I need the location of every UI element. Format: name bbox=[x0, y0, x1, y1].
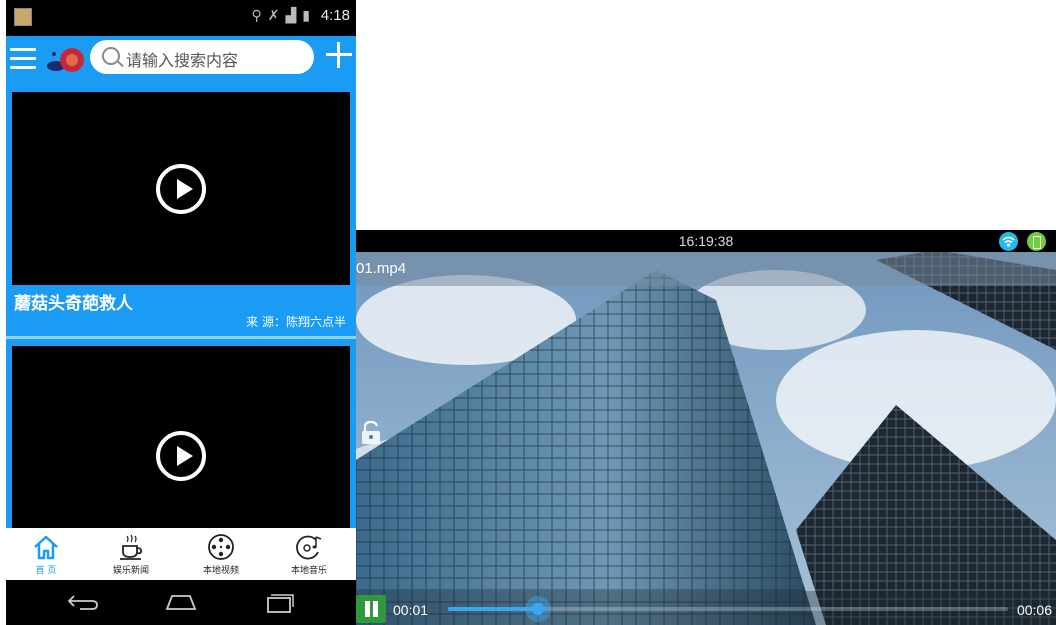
current-time: 00:01 bbox=[393, 602, 429, 618]
music-disc-icon bbox=[296, 535, 322, 560]
recent-apps-icon[interactable] bbox=[262, 592, 296, 614]
video-title[interactable]: 蘑菇头奇葩救人 bbox=[14, 289, 133, 314]
unlock-icon[interactable] bbox=[358, 420, 384, 446]
card-divider bbox=[6, 336, 356, 339]
coffee-cup-icon bbox=[120, 534, 143, 560]
home-icon bbox=[34, 535, 58, 560]
video-thumbnail[interactable] bbox=[12, 92, 350, 285]
search-input[interactable]: 请输入搜索内容 bbox=[90, 40, 314, 74]
nav-entertainment-news[interactable]: 娱乐新闻 bbox=[91, 528, 171, 580]
video-card[interactable]: 蘑菇头奇葩救人 来 源：陈翔六点半 bbox=[12, 92, 350, 338]
add-icon[interactable] bbox=[324, 40, 354, 70]
pause-button[interactable] bbox=[356, 595, 386, 623]
play-icon[interactable] bbox=[156, 431, 206, 481]
player-control-bar: 00:01 00:06 bbox=[356, 591, 1056, 625]
menu-icon[interactable] bbox=[10, 48, 36, 72]
phone-app-screen: ⚲✗▟▮ 4:18 请输入搜索内容 蘑菇头奇葩救人 来 源：陈翔六点半 首 页 … bbox=[6, 0, 356, 625]
signal-icon: ▟ bbox=[285, 8, 303, 24]
nav-label: 娱乐新闻 bbox=[112, 566, 149, 576]
total-time: 00:06 bbox=[1016, 602, 1052, 618]
nav-local-video[interactable]: 本地视频 bbox=[181, 528, 261, 580]
no-sim-icon: ✗ bbox=[267, 8, 286, 24]
wifi-icon bbox=[999, 232, 1018, 251]
app-top-bar: 请输入搜索内容 bbox=[6, 36, 356, 88]
screenshot-canvas: ⚲✗▟▮ 4:18 请输入搜索内容 蘑菇头奇葩救人 来 源：陈翔六点半 首 页 … bbox=[0, 0, 1056, 625]
nav-label: 本地视频 bbox=[202, 566, 239, 576]
video-player-screen[interactable]: 16:19:38 01.mp4 00:01 00:06 bbox=[356, 230, 1056, 625]
video-card[interactable] bbox=[12, 346, 350, 528]
film-reel-icon bbox=[208, 534, 234, 560]
search-placeholder: 请输入搜索内容 bbox=[126, 51, 239, 70]
system-status-icons: ⚲✗▟▮ bbox=[252, 8, 317, 24]
video-source: 来 源：陈翔六点半 bbox=[246, 315, 346, 329]
search-icon bbox=[102, 47, 120, 65]
phone-status-bar: ⚲✗▟▮ 4:18 bbox=[6, 0, 356, 36]
battery-icon bbox=[1027, 232, 1046, 251]
nav-home[interactable]: 首 页 bbox=[6, 528, 86, 580]
home-button-icon[interactable] bbox=[164, 592, 198, 612]
play-icon[interactable] bbox=[156, 163, 206, 214]
snail-logo-icon bbox=[47, 48, 84, 72]
android-soft-keys bbox=[6, 580, 356, 625]
nav-local-music[interactable]: 本地音乐 bbox=[269, 528, 349, 580]
player-status-bar: 16:19:38 bbox=[356, 230, 1056, 252]
nav-label: 本地音乐 bbox=[290, 566, 327, 576]
back-icon[interactable] bbox=[66, 592, 100, 612]
video-thumbnail[interactable] bbox=[12, 346, 350, 528]
battery-icon: ▮ bbox=[302, 8, 316, 24]
player-clock: 16:19:38 bbox=[678, 233, 734, 249]
nav-label: 首 页 bbox=[35, 566, 57, 576]
bottom-nav: 首 页 娱乐新闻 本地视频 本地音乐 bbox=[6, 528, 356, 580]
seek-thumb[interactable] bbox=[524, 596, 551, 622]
app-notification-icon bbox=[14, 8, 32, 26]
video-frame-skyscraper bbox=[356, 230, 1056, 625]
usb-icon: ⚲ bbox=[251, 8, 268, 24]
status-clock: 4:18 bbox=[320, 7, 350, 24]
video-file-name: 01.mp4 bbox=[356, 260, 407, 277]
player-title-bar: 01.mp4 bbox=[356, 252, 1056, 286]
seek-bar[interactable] bbox=[448, 596, 1008, 622]
